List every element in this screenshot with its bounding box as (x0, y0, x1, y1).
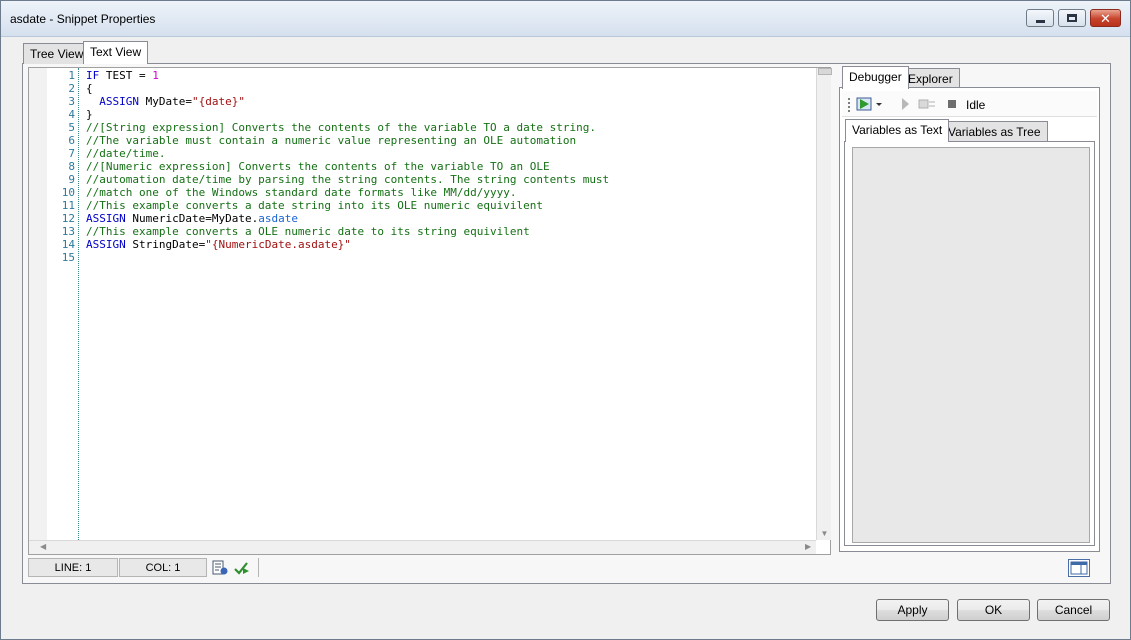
comment-line: //automation date/time by parsing the st… (86, 173, 610, 186)
scroll-right-icon[interactable]: ▶ (805, 542, 811, 551)
code-line: ASSIGN NumericDate=MyDate.asdate (86, 212, 298, 225)
ok-button[interactable]: OK (957, 599, 1030, 621)
maximize-icon (1067, 14, 1077, 22)
line-indicator: LINE: 1 (28, 558, 118, 577)
line-number: 4 (68, 108, 75, 121)
debugger-pane: Debugger Explorer Idle Variables as Text… (837, 66, 1102, 554)
comment-line: //This example converts a date string in… (86, 199, 543, 212)
column-indicator: COL: 1 (119, 558, 207, 577)
keyword: ASSIGN (86, 238, 126, 251)
code-line: ASSIGN MyDate="{date}" (86, 95, 245, 108)
line-number: 1 (68, 69, 75, 82)
keyword: ASSIGN (86, 95, 139, 108)
debugger-panel: Idle Variables as Text Variables as Tree (839, 87, 1100, 552)
line-number-gutter: 1 2 3 4 5 6 7 8 9 10 11 12 13 14 15 (47, 68, 79, 540)
vertical-scrollbar[interactable]: ▼ (816, 68, 832, 540)
line-number: 11 (61, 199, 75, 212)
start-debug-icon[interactable] (856, 96, 886, 112)
code-editor[interactable]: 1 2 3 4 5 6 7 8 9 10 11 12 13 14 15 IF T… (28, 67, 832, 555)
status-message-area (258, 558, 1058, 577)
variables-text-area[interactable] (852, 147, 1090, 543)
line-number: 13 (61, 225, 75, 238)
step-over-icon[interactable] (918, 97, 936, 111)
editor-margin (29, 68, 47, 540)
debugger-status: Idle (966, 98, 986, 112)
line-number: 6 (68, 134, 75, 147)
title-bar[interactable]: asdate - Snippet Properties ✕ (1, 1, 1130, 37)
apply-button[interactable]: Apply (876, 599, 949, 621)
tab-text-view[interactable]: Text View (83, 41, 149, 64)
line-number: 12 (61, 212, 75, 225)
cancel-button[interactable]: Cancel (1037, 599, 1110, 621)
keyword: IF (86, 69, 100, 82)
code-line: } (86, 108, 93, 121)
close-icon: ✕ (1100, 10, 1111, 26)
scroll-thumb[interactable] (818, 68, 832, 75)
tab-explorer[interactable]: Explorer (901, 68, 960, 89)
validate-icon[interactable] (211, 560, 229, 576)
line-number: 7 (68, 147, 75, 160)
tab-tree-view[interactable]: Tree View (23, 43, 91, 64)
tab-variables-as-tree[interactable]: Variables as Tree (941, 121, 1048, 142)
number-literal: 1 (152, 69, 159, 82)
code-text: TEST = (99, 69, 153, 82)
code-text: MyDate= (138, 95, 192, 108)
tab-variables-as-text[interactable]: Variables as Text (845, 119, 950, 142)
comment-line: //match one of the Windows standard date… (86, 186, 517, 199)
toolbar-grip[interactable] (848, 98, 850, 112)
string-literal: "{date}" (191, 95, 245, 108)
property-name: asdate (258, 212, 298, 225)
editor-status-bar: LINE: 1 COL: 1 (28, 558, 1094, 578)
code-line: { (86, 82, 93, 95)
horizontal-scrollbar[interactable]: ◀ ▶ (29, 540, 816, 554)
panel-layout-icon[interactable] (1068, 559, 1090, 577)
window-title: asdate - Snippet Properties (10, 12, 156, 26)
line-number: 9 (68, 173, 75, 186)
continue-icon[interactable] (900, 97, 910, 111)
line-number: 10 (61, 186, 75, 199)
keyword: ASSIGN (86, 212, 126, 225)
tab-debugger[interactable]: Debugger (842, 66, 909, 89)
snippet-properties-window: asdate - Snippet Properties ✕ Tree View … (0, 0, 1131, 640)
code-line: ASSIGN StringDate="{NumericDate.asdate}" (86, 238, 351, 251)
line-number: 14 (61, 238, 75, 251)
stop-icon[interactable] (947, 99, 957, 109)
comment-line: //This example converts a OLE numeric da… (86, 225, 530, 238)
run-check-icon[interactable] (233, 560, 251, 576)
comment-line: //The variable must contain a numeric va… (86, 134, 577, 147)
minimize-button[interactable] (1026, 9, 1054, 27)
code-line: IF TEST = 1 (86, 69, 159, 82)
code-text-area[interactable]: IF TEST = 1 { ASSIGN MyDate="{date}" } /… (86, 68, 816, 540)
code-text: StringDate= (125, 238, 206, 251)
line-number: 2 (68, 82, 75, 95)
close-button[interactable]: ✕ (1090, 9, 1121, 27)
line-number: 8 (68, 160, 75, 173)
debugger-toolbar: Idle (842, 91, 1097, 117)
comment-line: //date/time. (86, 147, 166, 160)
line-number: 3 (68, 95, 75, 108)
line-number: 5 (68, 121, 75, 134)
code-text: NumericDate=MyDate. (125, 212, 259, 225)
minimize-icon (1035, 19, 1045, 23)
comment-line: //[String expression] Converts the conte… (86, 121, 596, 134)
scroll-down-icon[interactable]: ▼ (818, 529, 831, 538)
scroll-left-icon[interactable]: ◀ (40, 542, 46, 551)
comment-line: //[Numeric expression] Converts the cont… (86, 160, 550, 173)
string-literal: "{NumericDate.asdate}" (205, 238, 351, 251)
variables-panel (844, 141, 1095, 546)
line-number: 15 (61, 251, 75, 264)
maximize-button[interactable] (1058, 9, 1086, 27)
